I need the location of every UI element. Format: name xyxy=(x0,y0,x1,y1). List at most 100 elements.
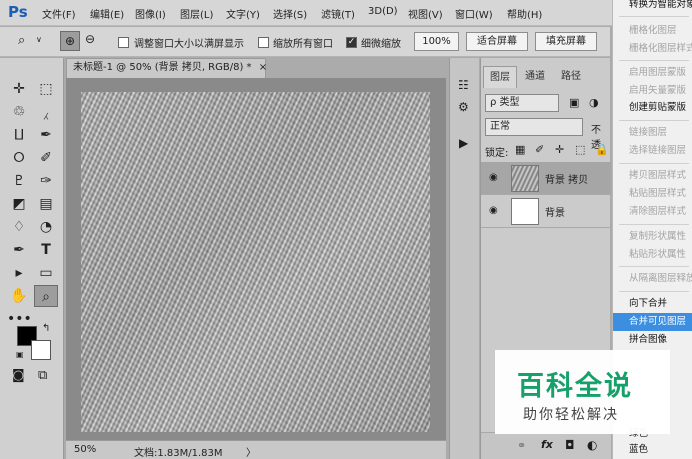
zoom-level[interactable]: 50% xyxy=(74,444,96,455)
actions-icon[interactable]: ▶ xyxy=(459,136,468,150)
blend-mode-select[interactable]: 正常 xyxy=(485,118,583,136)
menu-file[interactable]: 文件(F) xyxy=(42,6,76,21)
menu-window[interactable]: 窗口(W) xyxy=(455,6,493,21)
move-tool-icon[interactable]: ✛ xyxy=(7,78,31,100)
watermark-title: 百科全说 xyxy=(517,371,633,402)
menu-item-copy-shape-attrs[interactable]: 复制形状属性 xyxy=(613,228,692,246)
menu-select[interactable]: 选择(S) xyxy=(273,6,307,21)
history-brush-tool-icon[interactable]: ✑ xyxy=(34,170,58,192)
pen-tool-icon[interactable]: ✒ xyxy=(7,239,31,261)
status-bar: 50% 文档:1.83M/1.83M 〉 xyxy=(66,440,446,459)
dodge-tool-icon[interactable]: ◔ xyxy=(34,216,58,238)
tools-panel: ✛ ⬚ ♲ ⁁ ⨿ ✒ ⭘ ✐ ♇ ✑ ◩ ▤ ♢ ◔ ✒ T ▸ ▭ ✋ ⌕ … xyxy=(0,58,64,459)
gradient-tool-icon[interactable]: ▤ xyxy=(34,193,58,215)
brush-tool-icon[interactable]: ✐ xyxy=(34,147,58,169)
type-tool-icon[interactable]: T xyxy=(34,239,58,261)
crop-tool-icon[interactable]: ⨿ xyxy=(7,124,31,146)
menu-filter[interactable]: 滤镜(T) xyxy=(321,6,355,21)
marquee-tool-icon[interactable]: ⬚ xyxy=(34,78,58,100)
menu-view[interactable]: 视图(V) xyxy=(408,6,443,21)
document-tab-title: 未标题-1 @ 50% (背景 拷贝, RGB/8) * xyxy=(73,62,252,73)
rectangle-tool-icon[interactable]: ▭ xyxy=(34,262,58,284)
link-icon[interactable]: ⚭ xyxy=(517,439,526,452)
menu-item-copy-layer-style[interactable]: 拷贝图层样式 xyxy=(613,167,692,185)
menu-3d[interactable]: 3D(D) xyxy=(368,6,398,17)
blur-tool-icon[interactable]: ♢ xyxy=(7,216,31,238)
menu-item-merge-down[interactable]: 向下合并 xyxy=(613,295,692,313)
clone-stamp-tool-icon[interactable]: ♇ xyxy=(7,170,31,192)
menu-separator xyxy=(619,266,689,267)
status-arrow-icon[interactable]: 〉 xyxy=(246,444,256,459)
canvas-image[interactable] xyxy=(81,92,430,432)
fx-icon[interactable]: fx xyxy=(541,438,553,451)
watermark: 百科全说 助你轻松解决 xyxy=(495,350,670,434)
filter-kind-select[interactable]: ρ 类型 xyxy=(485,94,559,112)
background-color-swatch[interactable] xyxy=(31,340,51,360)
tab-channels[interactable]: 通道 xyxy=(519,66,551,88)
menu-item-merge-visible[interactable]: 合并可见图层 xyxy=(613,313,692,331)
fill-screen-button[interactable]: 填充屏幕 xyxy=(535,32,597,51)
menu-layer[interactable]: 图层(L) xyxy=(180,6,213,21)
fit-screen-button[interactable]: 适合屏幕 xyxy=(466,32,528,51)
quick-mask-icon[interactable]: ◙ xyxy=(12,368,25,383)
tab-paths[interactable]: 路径 xyxy=(555,66,587,88)
menu-image[interactable]: 图像(I) xyxy=(135,6,166,21)
close-icon[interactable]: × xyxy=(259,62,267,73)
menu-type[interactable]: 文字(Y) xyxy=(226,6,260,21)
swap-colors-icon[interactable]: ↰ xyxy=(42,323,50,334)
chevron-down-icon[interactable]: ∨ xyxy=(36,35,42,44)
menu-item-paste-shape-attrs[interactable]: 粘贴形状属性 xyxy=(613,246,692,264)
menu-separator xyxy=(619,60,689,61)
screen-mode-icon[interactable]: ⧉ xyxy=(38,368,47,383)
layer-row-background-copy[interactable]: ◉ 背景 拷贝 xyxy=(481,162,611,195)
mask-icon[interactable]: ◘ xyxy=(565,438,575,452)
healing-brush-tool-icon[interactable]: ⭘ xyxy=(7,147,31,169)
menu-item-link-layers[interactable]: 链接图层 xyxy=(613,124,692,142)
lock-position-icon[interactable]: ✛ xyxy=(555,143,564,156)
path-selection-tool-icon[interactable]: ▸ xyxy=(7,262,31,284)
scrubby-zoom-checkbox[interactable]: ✓ xyxy=(346,37,357,48)
menu-item-enable-vector-mask[interactable]: 启用矢量蒙版 xyxy=(613,82,692,100)
zoom-in-icon[interactable]: ⊕ xyxy=(60,31,80,51)
menu-item-select-linked[interactable]: 选择链接图层 xyxy=(613,142,692,160)
zoom-100-button[interactable]: 100% xyxy=(414,32,459,51)
menu-item-paste-layer-style[interactable]: 粘贴图层样式 xyxy=(613,185,692,203)
layer-row-background[interactable]: ◉ 背景 xyxy=(481,195,611,228)
menu-item-create-clipping-mask[interactable]: 创建剪贴蒙版 xyxy=(613,99,692,117)
lock-all-icon[interactable]: 🔒 xyxy=(595,143,609,156)
menu-item-rasterize-layer[interactable]: 栅格化图层 xyxy=(613,22,692,40)
lock-pixels-icon[interactable]: ▦ xyxy=(515,143,525,156)
eyedropper-tool-icon[interactable]: ✒ xyxy=(34,124,58,146)
menu-edit[interactable]: 编辑(E) xyxy=(90,6,124,21)
menu-item-blue[interactable]: 蓝色 xyxy=(613,441,692,459)
image-filter-icon[interactable]: ▣ xyxy=(569,96,579,109)
adjustment-filter-icon[interactable]: ◑ xyxy=(589,96,599,109)
document-tab[interactable]: 未标题-1 @ 50% (背景 拷贝, RGB/8) * × xyxy=(66,58,267,78)
adjustment-icon[interactable]: ◐ xyxy=(587,438,597,452)
resize-windows-checkbox[interactable] xyxy=(118,37,129,48)
menu-item-release-isolation[interactable]: 从隔离图层释放 xyxy=(613,270,692,288)
menu-item-rasterize-style[interactable]: 栅格化图层样式 xyxy=(613,40,692,58)
menu-item-flatten-image[interactable]: 拼合图像 xyxy=(613,331,692,349)
properties-icon[interactable]: ⚙ xyxy=(458,100,469,114)
hand-tool-icon[interactable]: ✋ xyxy=(7,285,31,307)
lock-brush-icon[interactable]: ✐ xyxy=(535,143,544,156)
eye-icon[interactable]: ◉ xyxy=(489,205,498,216)
menu-help[interactable]: 帮助(H) xyxy=(507,6,542,21)
tab-layers[interactable]: 图层 xyxy=(483,66,517,88)
menu-item-clear-layer-style[interactable]: 清除图层样式 xyxy=(613,203,692,221)
eraser-tool-icon[interactable]: ◩ xyxy=(7,193,31,215)
zoom-tool-icon[interactable]: ⌕ xyxy=(18,33,25,48)
default-colors-icon[interactable]: ▣ xyxy=(16,350,24,359)
lasso-tool-icon[interactable]: ♲ xyxy=(7,101,31,123)
menu-item-convert-smart-object[interactable]: 转换为智能对象 xyxy=(613,0,692,14)
zoom-tool-icon[interactable]: ⌕ xyxy=(34,285,58,307)
zoom-all-windows-checkbox[interactable] xyxy=(258,37,269,48)
history-icon[interactable]: ☷ xyxy=(458,78,469,92)
lock-artboard-icon[interactable]: ⬚ xyxy=(575,143,585,156)
eye-icon[interactable]: ◉ xyxy=(489,172,498,183)
photoshop-logo: Ps xyxy=(8,3,28,21)
menu-item-enable-layer-mask[interactable]: 启用图层蒙版 xyxy=(613,64,692,82)
zoom-out-icon[interactable]: ⊖ xyxy=(85,32,95,46)
magic-wand-tool-icon[interactable]: ⁁ xyxy=(34,101,58,123)
